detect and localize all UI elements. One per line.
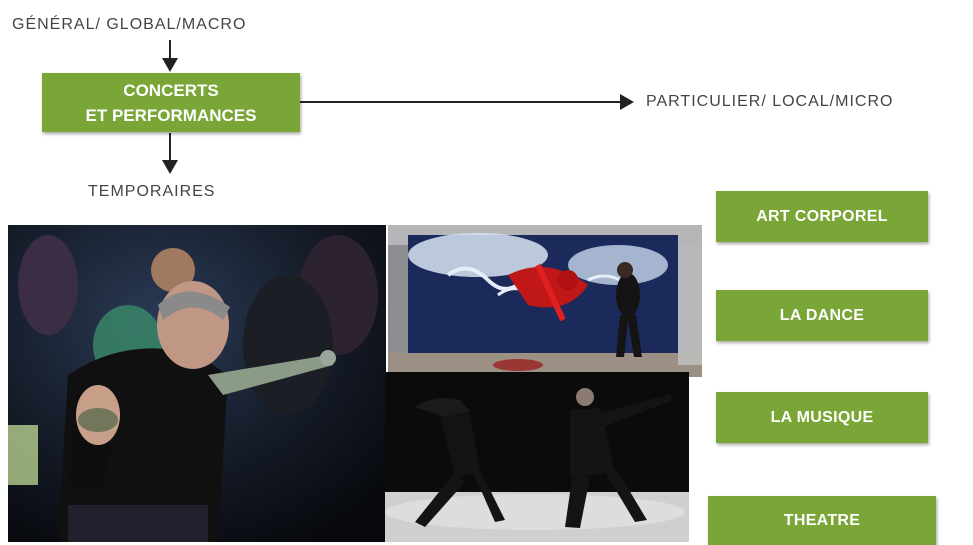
right-label: PARTICULIER/ LOCAL/MICRO (646, 93, 894, 110)
category-box-la-dance: LA DANCE (716, 290, 928, 341)
category-label: THEATRE (783, 511, 861, 529)
category-label: LA MUSIQUE (770, 408, 874, 426)
bottom-label: TEMPORAIRES (88, 183, 216, 200)
center-box-line1: CONCERTS (123, 80, 219, 100)
center-box-line2: ET PERFORMANCES (85, 105, 257, 125)
center-box: CONCERTS ET PERFORMANCES (42, 73, 300, 132)
category-box-theatre: THEATRE (708, 496, 936, 545)
category-box-la-musique: LA MUSIQUE (716, 392, 928, 443)
performer-photo (8, 225, 386, 542)
category-box-art-corporel: ART CORPOREL (716, 191, 928, 242)
top-label: GÉNÉRAL/ GLOBAL/MACRO (12, 16, 247, 33)
category-label: LA DANCE (779, 306, 865, 324)
category-label: ART CORPOREL (756, 207, 888, 225)
action-painting-photo (388, 225, 702, 377)
dancers-photo (385, 372, 689, 542)
